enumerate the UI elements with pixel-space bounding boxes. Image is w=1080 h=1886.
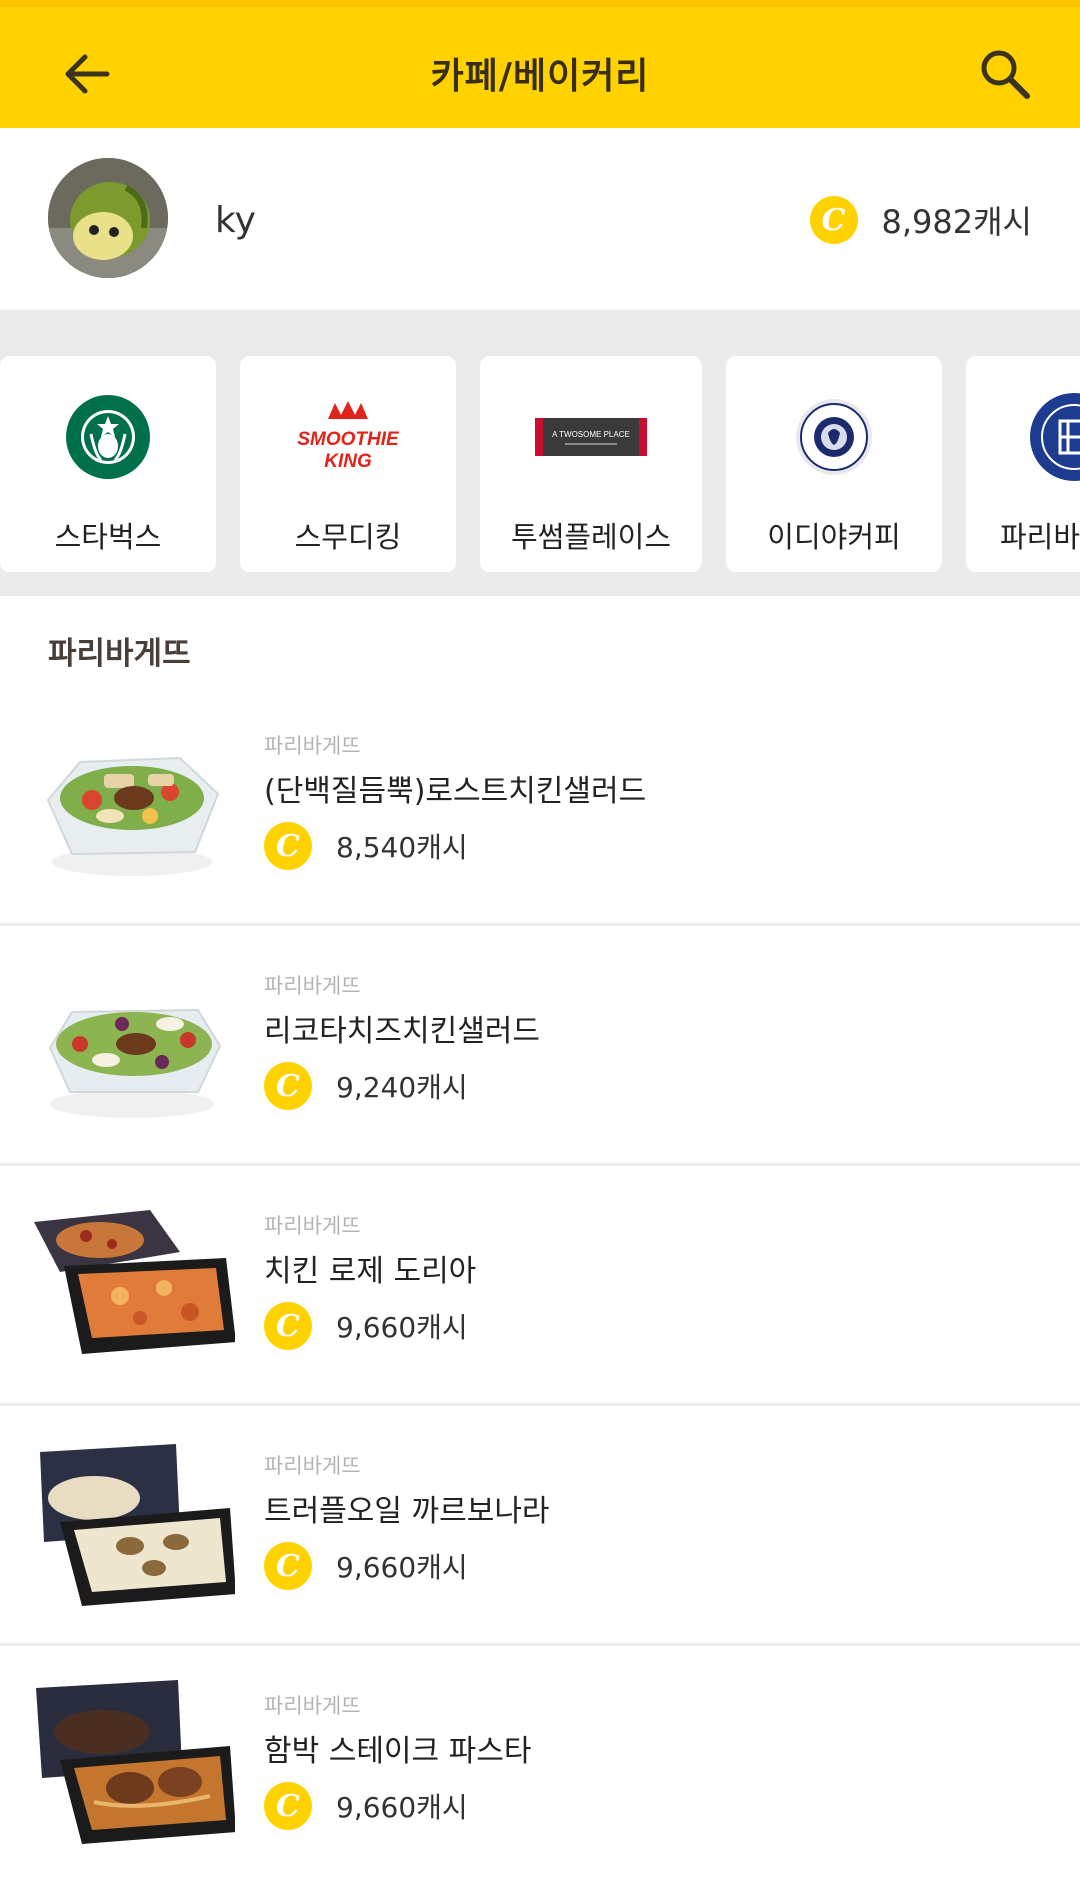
- coin-icon: C: [264, 1542, 312, 1590]
- coin-icon: C: [264, 1302, 312, 1350]
- coin-icon: C: [809, 196, 858, 244]
- product-store: 파리바게뜨: [264, 734, 361, 758]
- search-button[interactable]: [970, 39, 1040, 109]
- price-row: C 9,660캐시: [264, 1542, 468, 1590]
- product-image: [30, 1432, 236, 1617]
- brand-label: 스무디킹: [294, 520, 402, 554]
- paris-baguette-logo: [1030, 393, 1080, 481]
- smoothie-king-logo: SMOOTHIE KING: [297, 401, 400, 472]
- svg-text:KING: KING: [324, 451, 372, 472]
- brand-card-paris-baguette[interactable]: 파리바: [966, 356, 1080, 572]
- brand-card-smoothie-king[interactable]: SMOOTHIE KING 스무디킹: [240, 356, 456, 572]
- profile-bar: ky C 8,982캐시: [0, 128, 1080, 310]
- product-name: 트러플오일 까르보나라: [264, 1494, 550, 1529]
- starbucks-logo: [66, 395, 150, 479]
- ediya-logo: [796, 399, 872, 475]
- product-store: 파리바게뜨: [264, 974, 361, 998]
- brand-label: 스타벅스: [54, 520, 162, 554]
- price-row: C 8,540캐시: [264, 822, 468, 870]
- brand-carousel[interactable]: 스타벅스 SMOOTHIE KING 스무디킹 A TWOSOME PLACE …: [0, 310, 1080, 596]
- coin-icon: C: [264, 822, 312, 870]
- product-item[interactable]: 파리바게뜨 치킨 로제 도리아 C 9,660캐시: [0, 1166, 1080, 1406]
- avatar[interactable]: [48, 158, 168, 278]
- salad-image: [46, 756, 220, 876]
- product-image: [30, 952, 235, 1137]
- product-image: [30, 1192, 236, 1377]
- product-item[interactable]: 파리바게뜨 (단백질듬뿍)로스트치킨샐러드 C 8,540캐시: [0, 686, 1080, 926]
- product-item[interactable]: 파리바게뜨 트러플오일 까르보나라 C 9,660캐시: [0, 1406, 1080, 1646]
- salad-image: [48, 1008, 222, 1118]
- product-store: 파리바게뜨: [264, 1454, 361, 1478]
- svg-text:SMOOTHIE: SMOOTHIE: [297, 429, 400, 450]
- avatar-image: [48, 158, 168, 278]
- product-name: 리코타치즈치킨샐러드: [264, 1014, 540, 1049]
- product-item[interactable]: 파리바게뜨 함박 스테이크 파스타 C 9,660캐시: [0, 1646, 1080, 1886]
- product-name: 치킨 로제 도리아: [264, 1254, 477, 1289]
- doria-image: [34, 1210, 236, 1354]
- brand-card-starbucks[interactable]: 스타벅스: [0, 356, 216, 572]
- price-row: C 9,660캐시: [264, 1782, 468, 1830]
- product-store: 파리바게뜨: [264, 1214, 361, 1238]
- carbonara-image: [40, 1444, 236, 1606]
- brand-label: 파리바: [1000, 520, 1080, 554]
- product-name: 함박 스테이크 파스타: [264, 1734, 532, 1769]
- brand-label: 이디야커피: [767, 520, 901, 554]
- brand-card-ediya[interactable]: 이디야커피: [726, 356, 942, 572]
- product-price: 9,660캐시: [336, 1311, 468, 1344]
- cash-balance: C 8,982캐시: [809, 196, 1033, 244]
- app-header: 카페/베이커리: [0, 0, 1080, 128]
- twosome-place-logo: A TWOSOME PLACE: [535, 418, 647, 456]
- product-price: 9,660캐시: [336, 1551, 468, 1584]
- search-icon: [981, 50, 1030, 99]
- product-price: 8,540캐시: [336, 831, 468, 864]
- product-price: 9,240캐시: [336, 1071, 468, 1104]
- price-row: C 9,660캐시: [264, 1302, 468, 1350]
- price-row: C 9,240캐시: [264, 1062, 468, 1110]
- product-item[interactable]: 파리바게뜨 리코타치즈치킨샐러드 C 9,240캐시: [0, 926, 1080, 1166]
- username: ky: [215, 200, 256, 241]
- svg-text:A TWOSOME PLACE: A TWOSOME PLACE: [552, 430, 630, 439]
- page-title: 카페/베이커리: [430, 56, 650, 97]
- product-price: 9,660캐시: [336, 1791, 468, 1824]
- section-title: 파리바게뜨: [48, 636, 191, 672]
- product-store: 파리바게뜨: [264, 1694, 361, 1718]
- cash-amount: 8,982캐시: [881, 203, 1033, 241]
- pasta-image: [36, 1680, 236, 1844]
- product-name: (단백질듬뿍)로스트치킨샐러드: [264, 774, 647, 809]
- brand-card-twosome-place[interactable]: A TWOSOME PLACE 투썸플레이스: [480, 356, 702, 572]
- coin-icon: C: [264, 1782, 312, 1830]
- coin-icon: C: [264, 1062, 312, 1110]
- brand-label: 투썸플레이스: [510, 520, 672, 554]
- product-image: [30, 712, 235, 897]
- product-image: [30, 1672, 236, 1857]
